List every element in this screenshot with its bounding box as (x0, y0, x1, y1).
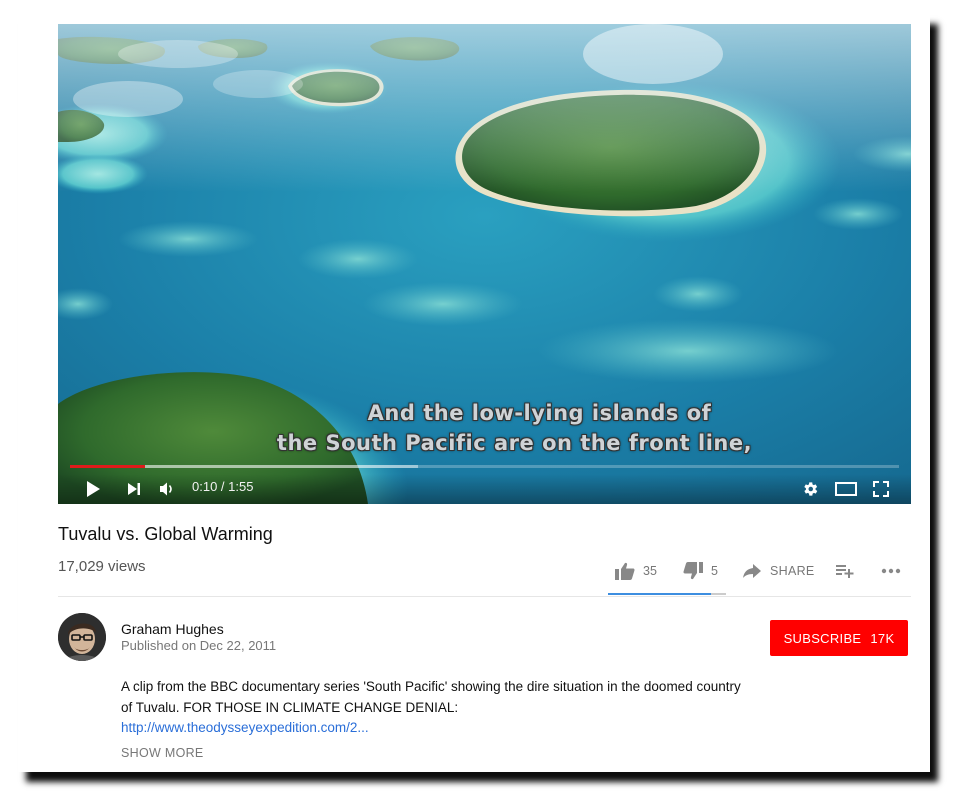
show-more-button[interactable]: SHOW MORE (121, 746, 204, 760)
avatar[interactable] (58, 613, 106, 661)
like-ratio-fill (608, 593, 711, 595)
time-display: 0:10 / 1:55 (192, 479, 254, 494)
like-count: 35 (643, 564, 657, 578)
theater-mode-icon (835, 482, 857, 496)
more-actions-button[interactable] (881, 558, 901, 584)
progress-played (70, 465, 145, 468)
player-controls: 0:10 / 1:55 (58, 474, 911, 504)
description-link[interactable]: http://www.theodysseyexpedition.com/2... (121, 718, 741, 739)
dislike-button[interactable]: 5 (683, 558, 718, 584)
like-button[interactable]: 35 (615, 558, 657, 584)
dislike-count: 5 (711, 564, 718, 578)
fullscreen-button[interactable] (870, 476, 892, 502)
gear-icon (804, 482, 818, 496)
description-text: A clip from the BBC documentary series '… (121, 679, 741, 715)
more-horizontal-icon (881, 568, 901, 574)
video-player[interactable]: And the low-lying islands of the South P… (58, 24, 911, 504)
share-icon (743, 564, 761, 578)
volume-button[interactable] (157, 476, 177, 502)
settings-button[interactable] (799, 476, 821, 502)
thumbs-up-icon (615, 562, 635, 580)
share-button[interactable]: SHARE (743, 558, 815, 584)
next-button[interactable] (124, 476, 144, 502)
channel-name[interactable]: Graham Hughes (121, 621, 224, 637)
video-title: Tuvalu vs. Global Warming (58, 524, 273, 544)
subscribe-label: SUBSCRIBE (783, 630, 862, 646)
add-to-playlist-button[interactable] (836, 558, 854, 584)
subscriber-count: 17K (870, 630, 895, 646)
fullscreen-icon (873, 481, 889, 497)
subtitle-line-1: And the low-lying islands of (367, 401, 712, 425)
progress-bar[interactable] (70, 465, 899, 468)
avatar-image (58, 613, 106, 661)
volume-icon (160, 482, 172, 496)
like-dislike-ratio-bar (608, 593, 726, 595)
subscribe-button[interactable]: SUBSCRIBE 17K (770, 620, 908, 656)
play-button[interactable] (82, 476, 104, 502)
divider (58, 596, 911, 597)
share-label: SHARE (770, 564, 815, 578)
video-description: A clip from the BBC documentary series '… (121, 677, 741, 739)
subtitle-line-2: the South Pacific are on the front line, (276, 431, 753, 455)
theater-mode-button[interactable] (834, 476, 858, 502)
next-icon (128, 483, 140, 495)
subtitles: And the low-lying islands of the South P… (58, 398, 911, 458)
play-icon (87, 481, 100, 497)
add-to-playlist-icon (836, 565, 854, 578)
thumbs-down-icon (683, 562, 703, 580)
view-count: 17,029 views (58, 558, 146, 575)
publish-date: Published on Dec 22, 2011 (121, 638, 277, 653)
